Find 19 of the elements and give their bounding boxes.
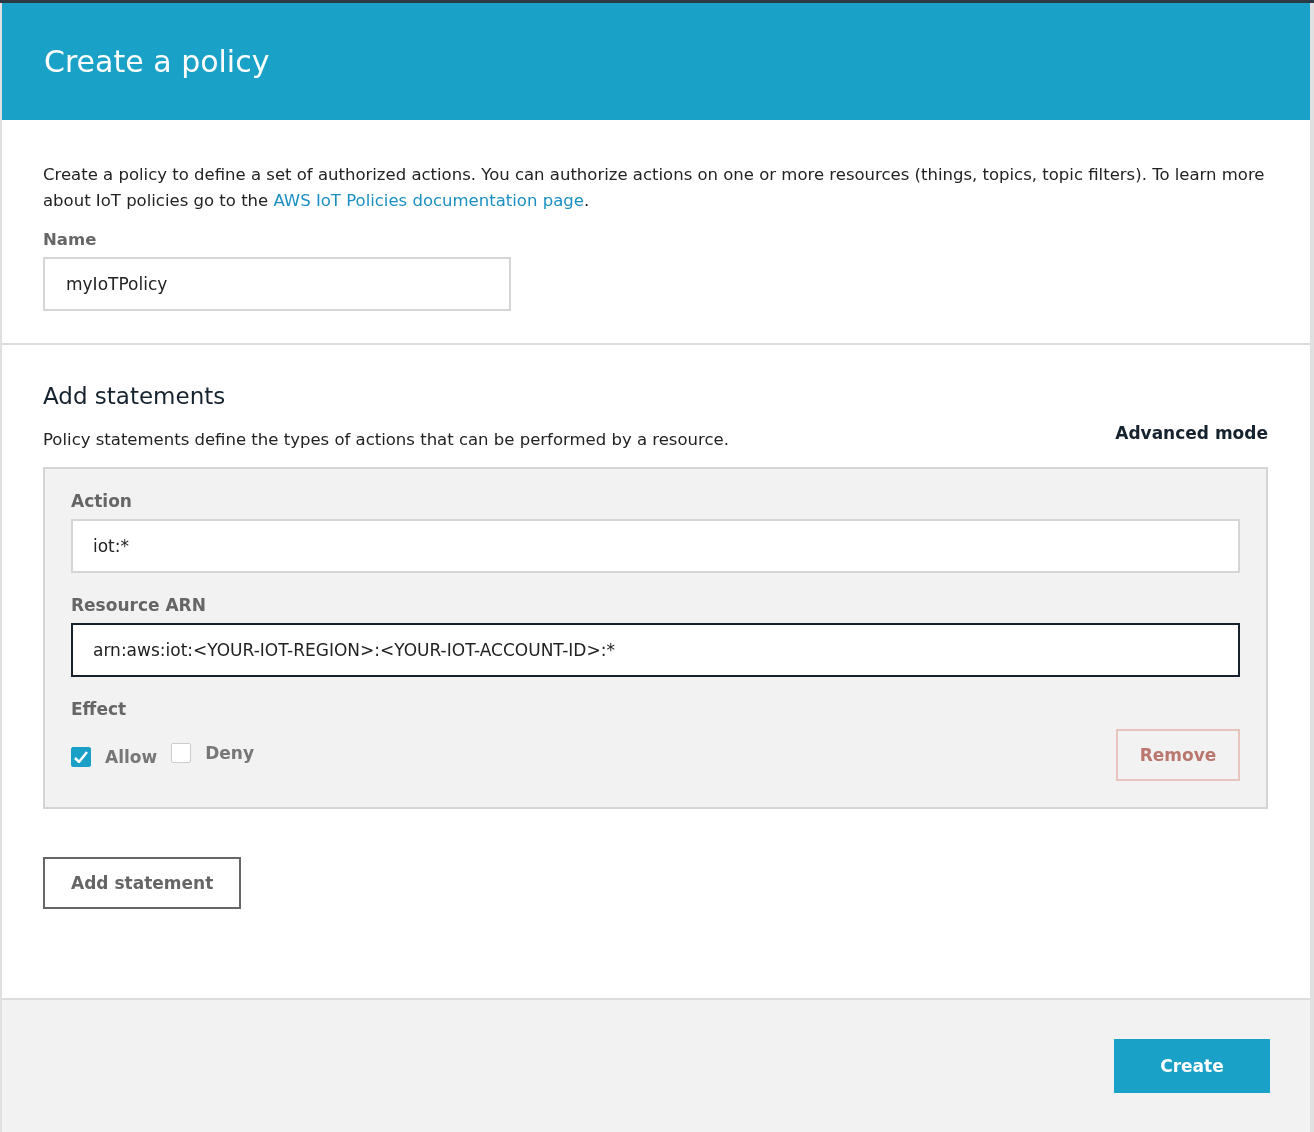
section-title: Add statements	[43, 383, 227, 409]
name-input[interactable]: myIoTPolicy	[43, 257, 511, 311]
checkmark-icon	[74, 751, 88, 763]
section-description: Policy statements define the types of actions that can be performed by a resource.	[43, 430, 729, 449]
action-input[interactable]: iot:*	[71, 519, 1240, 573]
add-statement-button[interactable]: Add statement	[43, 857, 242, 909]
resource-arn-input[interactable]: arn:aws:iot:<YOUR-IOT-REGION>:<YOUR-IOT-ACCOUNT-ID>:*	[71, 623, 1240, 677]
field-label: Action	[71, 491, 133, 511]
documentation-link[interactable]: AWS IoT Policies documentation page	[273, 191, 584, 210]
checkbox[interactable]	[171, 743, 192, 763]
intro-text: Create a policy to define a set of authorized actions. You can authorize actions on one or more resources (things, topics, topic filters). To learn more about IoT policies go to the AWS IoT Policies documentation page.	[43, 164, 1266, 212]
field-label: Name	[43, 230, 98, 249]
checkbox-label: Allow	[105, 747, 158, 767]
field-label: Effect	[71, 699, 128, 719]
checkbox[interactable]	[71, 747, 91, 767]
field-label: Resource ARN	[71, 595, 207, 615]
advanced-mode-link[interactable]: Advanced mode	[1115, 423, 1268, 443]
checkbox-label: Deny	[205, 743, 255, 763]
page-title: Create a policy	[44, 44, 270, 79]
